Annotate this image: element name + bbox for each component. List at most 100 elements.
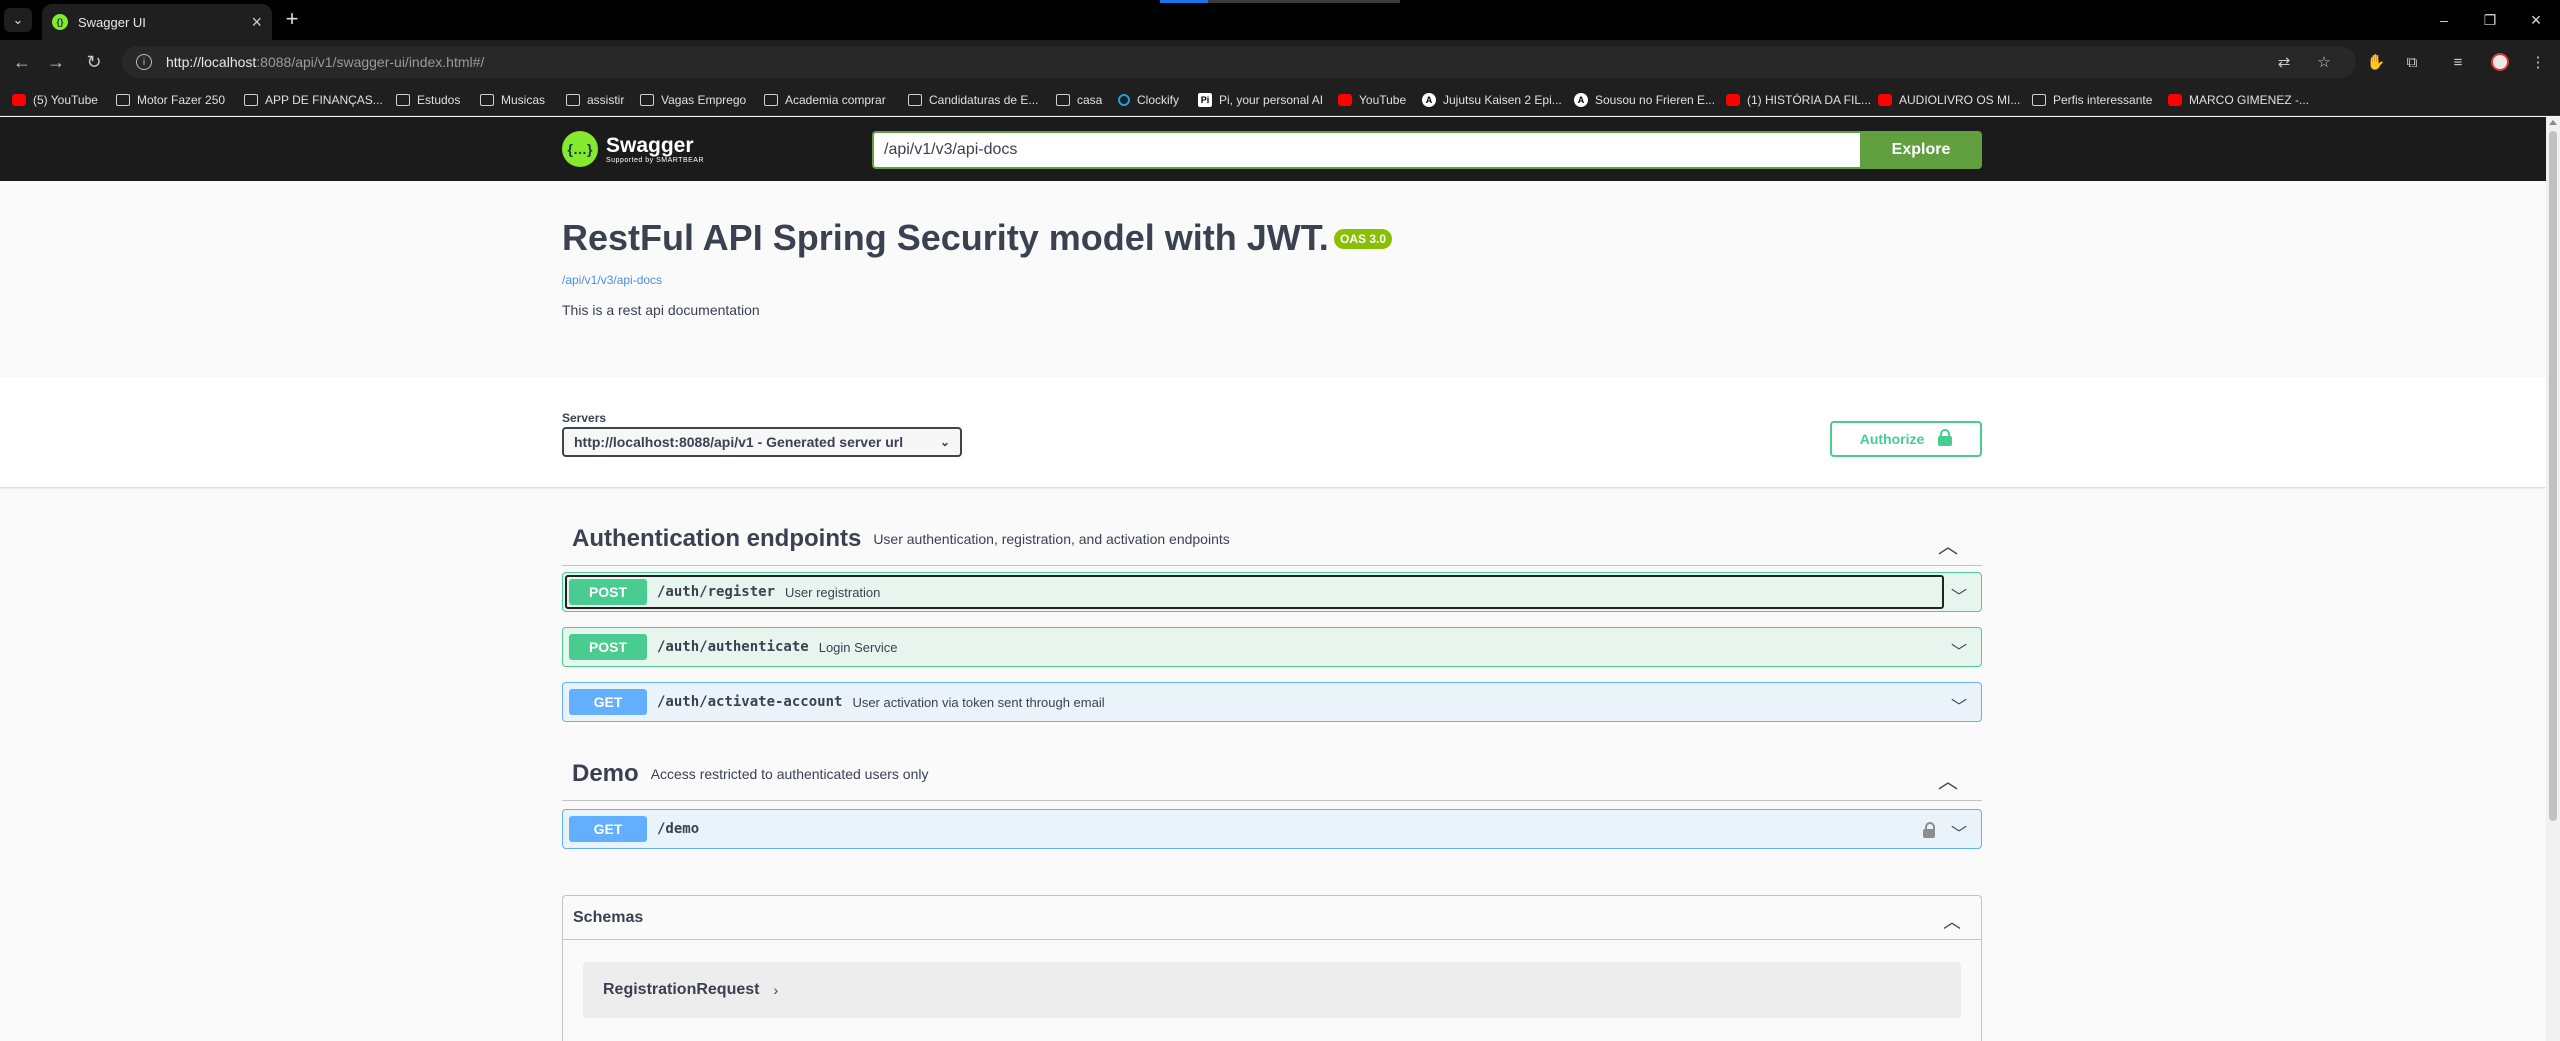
lock-icon	[1938, 429, 1953, 446]
schema-name: RegistrationRequest	[603, 981, 760, 998]
folder-icon	[116, 94, 130, 106]
url-text[interactable]: http://localhost:8088/api/v1/swagger-ui/…	[166, 54, 484, 70]
close-tab-icon[interactable]: ×	[251, 13, 262, 31]
profile-avatar[interactable]	[2488, 50, 2512, 74]
operation-post-authenticate[interactable]: POST /auth/authenticate Login Service ﹀	[562, 627, 1982, 667]
browser-tab-bar: ⌄ {} Swagger UI × + – ❐ ×	[0, 0, 2560, 40]
bookmark-item[interactable]: Clockify	[1118, 91, 1179, 109]
authorize-button[interactable]: Authorize	[1830, 421, 1982, 457]
address-bar[interactable]: i http://localhost:8088/api/v1/swagger-u…	[122, 46, 2356, 78]
schemas-header[interactable]: Schemas ︿	[563, 896, 1981, 940]
spec-link[interactable]: /api/v1/v3/api-docs	[562, 273, 662, 287]
bookmark-item[interactable]: Estudos	[396, 91, 460, 109]
lock-icon[interactable]	[1923, 822, 1937, 838]
browser-tab-active[interactable]: {} Swagger UI ×	[42, 4, 272, 40]
bookmark-item[interactable]: YouTube	[1338, 91, 1406, 109]
restore-button[interactable]: ❐	[2478, 8, 2502, 32]
folder-icon	[1056, 94, 1070, 106]
chevron-right-icon: ›	[773, 982, 779, 998]
tab-search-dropdown[interactable]: ⌄	[4, 8, 32, 32]
bookmark-star-icon[interactable]: ☆	[2312, 46, 2336, 78]
bookmarks-bar: (5) YouTube Motor Fazer 250 APP DE FINAN…	[0, 84, 2560, 116]
swagger-logo[interactable]: {…} Swagger Supported by SMARTBEAR	[562, 129, 704, 169]
oas-version-badge: OAS 3.0	[1334, 229, 1393, 249]
close-window-button[interactable]: ×	[2524, 8, 2548, 32]
reload-button[interactable]: ↻	[82, 50, 106, 74]
folder-icon	[396, 94, 410, 106]
operation-get-demo[interactable]: GET /demo ﹀	[562, 809, 1982, 849]
tab-title: Swagger UI	[78, 14, 146, 30]
bookmark-item[interactable]: assistir	[566, 91, 624, 109]
operation-path: /auth/authenticate	[657, 639, 809, 655]
bookmark-item[interactable]: A Jujutsu Kaisen 2 Epi...	[1422, 91, 1562, 109]
method-badge: GET	[569, 689, 647, 715]
logo-subtitle: Supported by SMARTBEAR	[606, 156, 705, 164]
minimize-button[interactable]: –	[2432, 8, 2456, 32]
chevron-down-icon: ⌄	[939, 435, 950, 449]
chevron-up-icon[interactable]: ︿	[1938, 765, 1958, 794]
tag-authentication: Authentication endpoints User authentica…	[562, 512, 1982, 722]
youtube-icon	[2168, 94, 2182, 106]
reading-list-icon[interactable]: ≡	[2446, 50, 2470, 74]
back-button[interactable]: ←	[10, 50, 34, 74]
operation-summary: User registration	[785, 584, 881, 600]
operation-post-register[interactable]: POST /auth/register User registration ﹀	[562, 572, 1982, 612]
chevron-down-icon[interactable]: ﹀	[1951, 693, 1967, 717]
explore-button[interactable]: Explore	[1860, 131, 1982, 169]
scrollbar-thumb[interactable]	[2549, 131, 2557, 821]
servers-section: Servers http://localhost:8088/api/v1 - G…	[0, 377, 2546, 487]
translate-icon[interactable]: ⇄	[2272, 46, 2296, 78]
bookmark-item[interactable]: AUDIOLIVRO OS MI...	[1878, 91, 2020, 109]
api-info: RestFul API Spring Security model with J…	[562, 217, 1982, 318]
site-info-icon[interactable]: i	[136, 54, 152, 70]
server-select[interactable]: http://localhost:8088/api/v1 - Generated…	[562, 427, 962, 457]
tag-header[interactable]: Authentication endpoints User authentica…	[562, 512, 1982, 566]
chevron-down-icon[interactable]: ﹀	[1951, 820, 1967, 844]
bookmark-item[interactable]: Musicas	[480, 91, 545, 109]
youtube-icon	[1726, 94, 1740, 106]
bookmark-item[interactable]: Pi Pi, your personal AI	[1198, 91, 1323, 109]
chevron-down-icon[interactable]: ﹀	[1951, 583, 1967, 607]
bookmark-item[interactable]: Vagas Emprego	[640, 91, 746, 109]
new-tab-button[interactable]: +	[280, 8, 304, 32]
server-selected-value: http://localhost:8088/api/v1 - Generated…	[574, 434, 904, 450]
page-scrollbar[interactable]	[2546, 117, 2560, 1041]
operation-get-activate-account[interactable]: GET /auth/activate-account User activati…	[562, 682, 1982, 722]
youtube-icon	[12, 94, 26, 106]
folder-icon	[2032, 94, 2046, 106]
bookmark-item[interactable]: casa	[1056, 91, 1102, 109]
bookmark-item[interactable]: Academia comprar	[764, 91, 886, 109]
browser-menu-icon[interactable]: ⋮	[2526, 50, 2550, 74]
anime-icon: A	[1422, 93, 1436, 107]
extensions-puzzle-icon[interactable]: ⧉	[2400, 50, 2424, 74]
bookmark-item[interactable]: Motor Fazer 250	[116, 91, 225, 109]
chevron-up-icon[interactable]: ︿	[1943, 908, 1961, 934]
bookmark-item[interactable]: MARCO GIMENEZ -...	[2168, 91, 2309, 109]
swagger-favicon-icon: {}	[52, 14, 68, 30]
chevron-down-icon[interactable]: ﹀	[1951, 638, 1967, 662]
operation-path: /auth/register	[657, 584, 776, 600]
bookmark-item[interactable]: (1) HISTÓRIA DA FIL...	[1726, 91, 1871, 109]
schema-item[interactable]: RegistrationRequest ›	[583, 962, 1961, 1018]
bookmark-item[interactable]: (5) YouTube	[12, 91, 98, 109]
logo-name: Swagger	[606, 133, 694, 157]
folder-icon	[480, 94, 494, 106]
swagger-logo-icon: {…}	[562, 131, 598, 167]
spec-url-input[interactable]: /api/v1/v3/api-docs	[872, 131, 1862, 169]
operation-summary: User activation via token sent through e…	[852, 694, 1105, 710]
swagger-topbar: {…} Swagger Supported by SMARTBEAR /api/…	[0, 117, 2546, 181]
schemas-section: Schemas ︿ RegistrationRequest ›	[562, 895, 1982, 1041]
authorize-label: Authorize	[1859, 431, 1925, 447]
bookmark-item[interactable]: APP DE FINANÇAS...	[244, 91, 383, 109]
bookmark-item[interactable]: Candidaturas de E...	[908, 91, 1038, 109]
folder-icon	[908, 94, 922, 106]
scroll-up-icon[interactable]	[2549, 120, 2557, 125]
youtube-icon	[1338, 94, 1352, 106]
forward-button[interactable]: →	[44, 50, 68, 74]
chevron-up-icon[interactable]: ︿	[1938, 530, 1958, 559]
bookmark-item[interactable]: Perfis interessante	[2032, 91, 2152, 109]
extension-adblock-icon[interactable]: ✋	[2364, 50, 2388, 74]
bookmark-item[interactable]: A Sousou no Frieren E...	[1574, 91, 1715, 109]
tag-header[interactable]: Demo Access restricted to authenticated …	[562, 747, 1982, 801]
operation-summary: Login Service	[818, 639, 898, 655]
